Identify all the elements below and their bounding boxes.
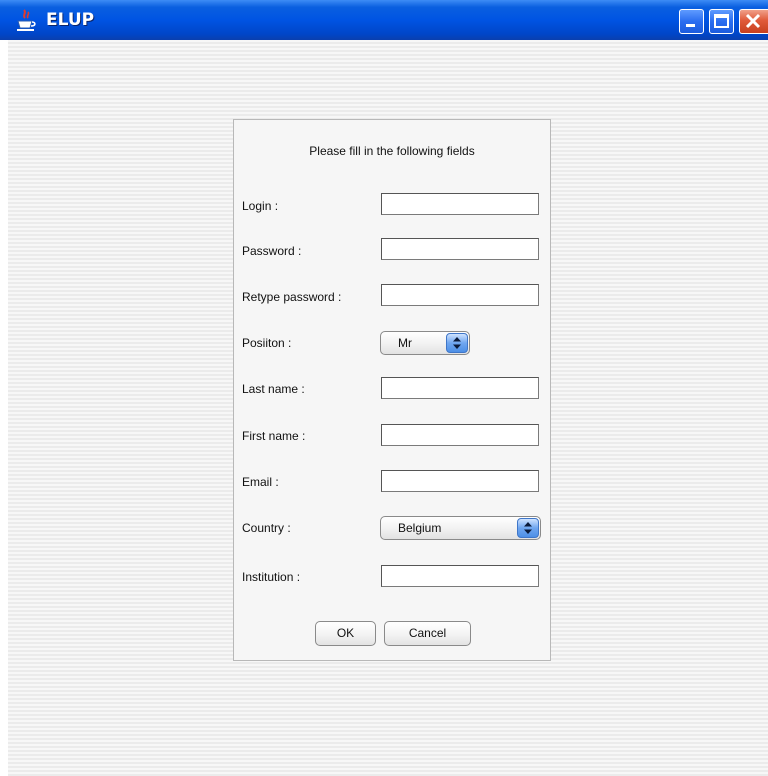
login-input[interactable] (381, 193, 539, 215)
first-name-label: First name : (242, 429, 306, 443)
minimize-button[interactable] (679, 9, 704, 34)
updown-arrow-icon (517, 518, 539, 538)
updown-arrow-icon (446, 333, 468, 353)
email-label: Email : (242, 475, 279, 489)
password-label: Password : (242, 244, 302, 258)
position-value: Mr (398, 336, 412, 350)
maximize-button[interactable] (709, 9, 734, 34)
country-select[interactable]: Belgium (380, 516, 541, 540)
ok-button[interactable]: OK (315, 621, 376, 646)
country-value: Belgium (398, 521, 442, 535)
java-cup-icon (14, 8, 38, 32)
position-label: Posiiton : (242, 336, 292, 350)
institution-input[interactable] (381, 565, 539, 587)
email-input[interactable] (381, 470, 539, 492)
form-heading: Please fill in the following fields (309, 144, 475, 158)
cancel-button[interactable]: Cancel (384, 621, 471, 646)
retype-password-input[interactable] (381, 284, 539, 306)
title-bar[interactable]: ELUP (0, 0, 768, 40)
password-input[interactable] (381, 238, 539, 260)
last-name-label: Last name : (242, 382, 305, 396)
close-button[interactable] (739, 9, 768, 34)
position-select[interactable]: Mr (380, 331, 470, 355)
retype-password-label: Retype password : (242, 290, 342, 304)
login-label: Login : (242, 199, 279, 213)
first-name-input[interactable] (381, 424, 539, 446)
window-border (0, 40, 8, 776)
last-name-input[interactable] (381, 377, 539, 399)
country-label: Country : (242, 521, 291, 535)
window-title: ELUP (46, 10, 95, 30)
institution-label: Institution : (242, 570, 301, 584)
